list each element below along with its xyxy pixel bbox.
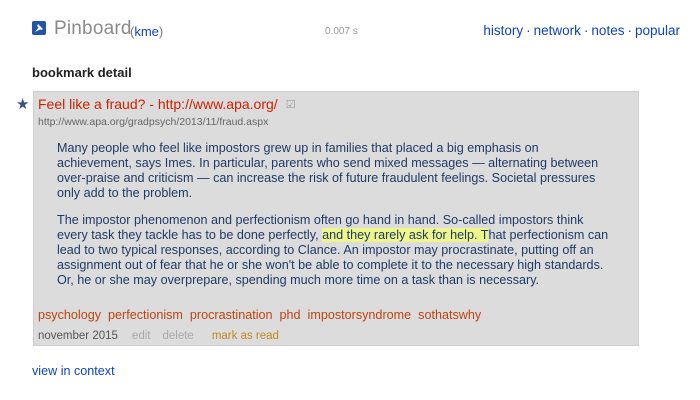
highlighted-text: and they rarely ask for help. T (322, 228, 489, 242)
header: Pinboard (kme) 0.007 s history · network · n… (30, 18, 684, 46)
tag-perfectionism[interactable]: perfectionism (108, 308, 183, 322)
nav-history[interactable]: history (483, 23, 523, 38)
description-paragraph-2: The impostor phenomenon and perfectionis… (57, 213, 617, 288)
bookmark-meta: november 2015 edit delete mark as read (38, 330, 279, 342)
tag-impostorsyndrome[interactable]: impostorsyndrome (308, 308, 412, 322)
tag-sothatswhy[interactable]: sothatswhy (418, 308, 481, 322)
app-name[interactable]: Pinboard (54, 18, 132, 40)
bookmark-title-link[interactable]: Feel like a fraud? - http://www.apa.org/ (38, 96, 278, 112)
description-paragraph-1: Many people who feel like impostors grew… (57, 141, 599, 200)
top-nav: history · network · notes · popular (483, 23, 680, 38)
render-timing: 0.007 s (325, 26, 358, 37)
bookmark-url: http://www.apa.org/gradpsych/2013/11/fra… (38, 116, 269, 128)
bookmark-card: Feel like a fraud? - http://www.apa.org/… (33, 91, 639, 346)
tag-procrastination[interactable]: procrastination (190, 308, 273, 322)
star-icon[interactable]: ★ (16, 97, 29, 112)
nav-popular[interactable]: popular (635, 23, 680, 38)
user-link[interactable]: kme (134, 24, 159, 39)
pinboard-logo-icon[interactable] (32, 21, 46, 35)
nav-network[interactable]: network (534, 23, 581, 38)
mark-as-read-link[interactable]: mark as read (212, 330, 279, 342)
delete-link[interactable]: delete (162, 330, 193, 342)
tag-phd[interactable]: phd (280, 308, 301, 322)
tag-list: psychology perfectionism procrastination ph… (38, 308, 488, 322)
nav-separator: · (583, 23, 589, 38)
checkbox-icon[interactable]: ☑ (286, 98, 296, 111)
bookmark-description: Many people who feel like impostors grew… (57, 141, 617, 300)
view-in-context-link[interactable]: view in context (32, 364, 115, 378)
nav-separator: · (627, 23, 632, 38)
bookmark-title-row: Feel like a fraud? - http://www.apa.org/… (38, 96, 296, 112)
tag-psychology[interactable]: psychology (38, 308, 101, 322)
edit-link[interactable]: edit (132, 330, 151, 342)
user-close-paren: ) (158, 24, 164, 39)
bookmark-date[interactable]: november 2015 (38, 330, 118, 342)
user-link-wrapper: (kme) (130, 24, 163, 39)
nav-notes[interactable]: notes (591, 23, 624, 38)
nav-separator: · (526, 23, 531, 38)
page-title: bookmark detail (32, 65, 132, 80)
